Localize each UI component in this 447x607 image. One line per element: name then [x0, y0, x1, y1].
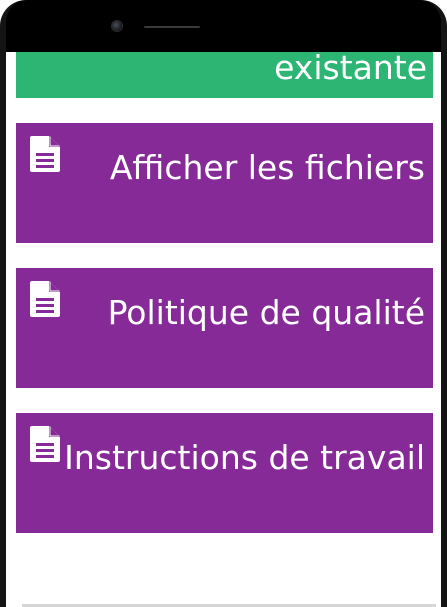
tile-quality-policy[interactable]: Politique de qualité [16, 268, 433, 388]
tile-label: Afficher les fichiers [109, 148, 425, 187]
speaker-grille [144, 26, 200, 28]
document-icon [30, 281, 60, 317]
tile-label: existante [274, 52, 427, 87]
tile-label: Instructions de travail [64, 438, 425, 477]
tile-existing[interactable]: existante [16, 52, 433, 98]
document-icon [30, 136, 60, 172]
phone-top-bezel [6, 0, 441, 52]
document-icon [30, 426, 60, 462]
app-screen: existante Afficher les fichiers Politiqu… [6, 52, 441, 607]
tile-work-instructions[interactable]: Instructions de travail [16, 413, 433, 533]
tile-view-files[interactable]: Afficher les fichiers [16, 123, 433, 243]
tile-label: Politique de qualité [107, 293, 425, 332]
camera-icon [111, 20, 123, 32]
